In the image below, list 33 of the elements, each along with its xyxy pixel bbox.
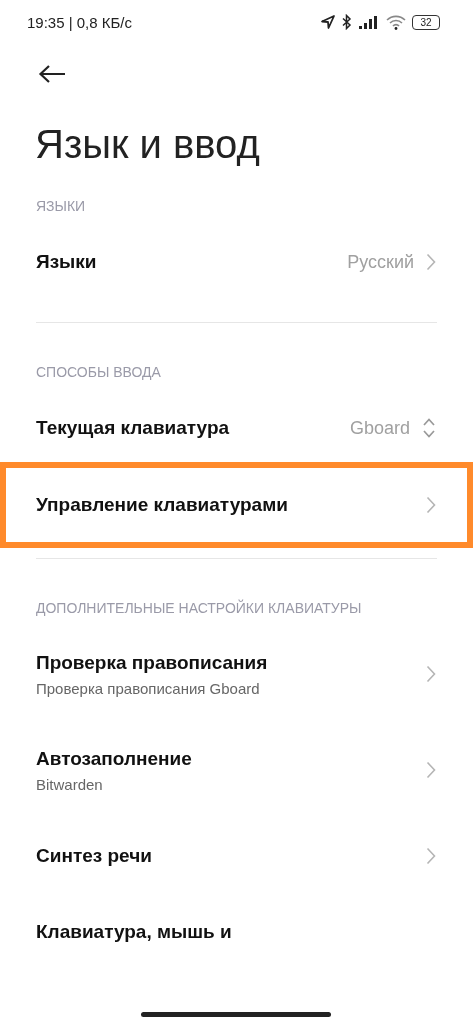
row-subtitle: Проверка правописания Gboard xyxy=(36,679,261,697)
status-time: 19:35 | 0,8 КБ/с xyxy=(27,13,133,31)
settings-row[interactable]: Автозаполнение Bitwarden xyxy=(0,722,473,818)
settings-row[interactable]: Синтез речи xyxy=(0,818,473,894)
row-title: Проверка правописания xyxy=(36,651,269,674)
chevron-right-icon xyxy=(426,496,436,514)
row-title: Языки xyxy=(36,251,98,273)
wifi-icon xyxy=(386,14,406,30)
section-header: ЯЗЫКИ xyxy=(35,197,87,216)
row-title: Текущая клавиатура xyxy=(36,417,231,439)
chevron-right-icon xyxy=(426,253,436,271)
back-arrow-icon[interactable] xyxy=(38,64,66,84)
settings-row[interactable]: Проверка правописания Проверка правописания Gboard xyxy=(0,626,473,722)
location-icon xyxy=(320,14,336,30)
chevron-right-icon xyxy=(426,665,436,683)
row-title: Управление клавиатурами xyxy=(36,494,289,516)
up-down-icon xyxy=(422,417,436,439)
section-header: СПОСОБЫ ВВОДА xyxy=(35,363,162,382)
row-subtitle: Bitwarden xyxy=(36,775,104,793)
row-value: Gboard xyxy=(349,417,410,439)
battery-indicator: 32 xyxy=(412,14,440,30)
row-title: Автозаполнение xyxy=(36,747,193,770)
row-title: Синтез речи xyxy=(36,845,153,867)
bluetooth-icon xyxy=(342,14,352,30)
row-value: Русский xyxy=(347,251,414,273)
settings-row[interactable]: Клавиатура, мышь и xyxy=(0,894,473,970)
section-header: ДОПОЛНИТЕЛЬНЫЕ НАСТРОЙКИ КЛАВИАТУРЫ xyxy=(35,598,363,618)
signal-icon xyxy=(358,15,380,29)
settings-row[interactable]: Языки Русский xyxy=(0,224,473,300)
chevron-right-icon xyxy=(426,847,436,865)
page-title: Язык и ввод xyxy=(35,121,261,168)
row-title: Клавиатура, мышь и xyxy=(36,921,233,943)
chevron-right-icon xyxy=(426,761,436,779)
